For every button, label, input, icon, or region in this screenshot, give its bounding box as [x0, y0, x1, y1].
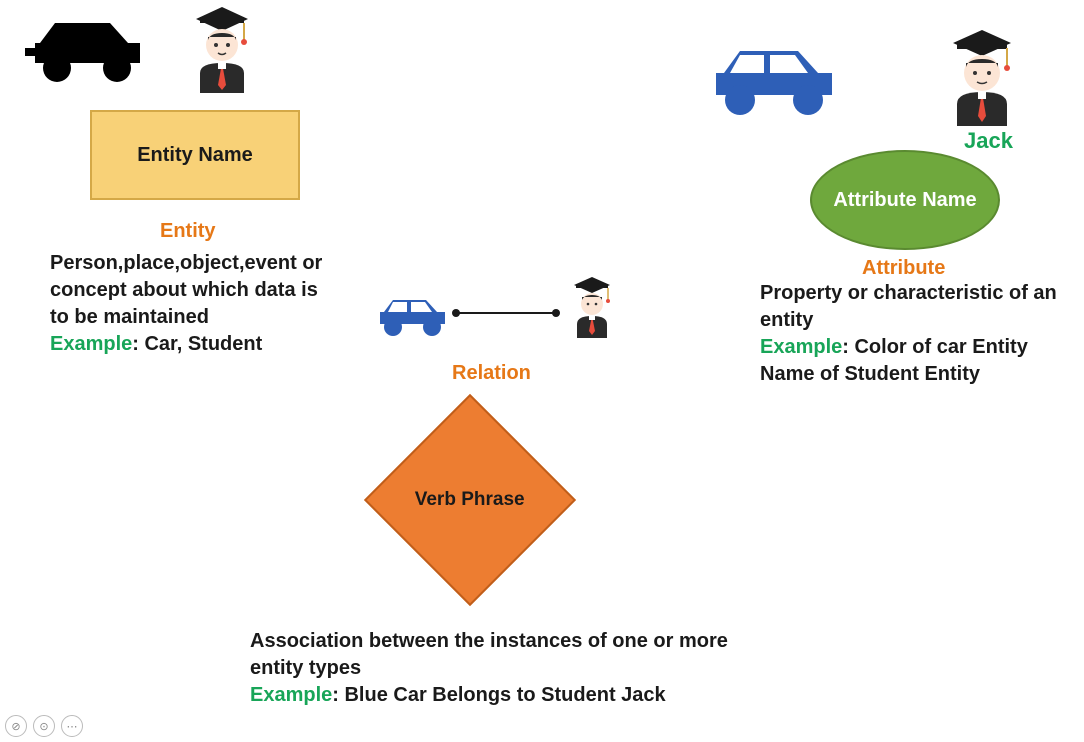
toolbar-zoom-icon[interactable]: ⊙ — [33, 715, 55, 737]
entity-name-box: Entity Name — [90, 110, 300, 200]
entity-title: Entity — [160, 220, 216, 243]
attribute-ellipse-label: Attribute Name — [833, 188, 976, 212]
car-icon-blue — [700, 35, 850, 130]
attribute-ellipse: Attribute Name — [810, 150, 1000, 250]
entity-example-text: : Car, Student — [132, 333, 262, 355]
jack-label: Jack — [964, 128, 1013, 154]
relation-diamond-label: Verb Phrase — [415, 489, 525, 512]
entity-description: Person,place,object,event or concept abo… — [50, 252, 322, 328]
entity-example-label: Example — [50, 333, 132, 355]
relation-example-label: Example — [250, 684, 332, 706]
student-icon-right — [935, 28, 1030, 133]
relation-description: Association between the instances of one… — [250, 630, 728, 679]
attribute-description: Property or characteristic of an entity — [760, 282, 1057, 331]
relation-description-block: Association between the instances of one… — [250, 628, 740, 709]
toolbar-more-icon[interactable]: ⋯ — [61, 715, 83, 737]
relation-example-text: : Blue Car Belongs to Student Jack — [332, 684, 665, 706]
bottom-toolbar: ⊘ ⊙ ⋯ — [5, 715, 83, 737]
student-icon — [180, 5, 265, 100]
student-icon-small — [562, 275, 622, 345]
relation-title: Relation — [452, 362, 531, 385]
attribute-title: Attribute — [862, 257, 945, 280]
relation-diamond: Verb Phrase — [364, 394, 576, 606]
toolbar-lightbulb-icon[interactable]: ⊘ — [5, 715, 27, 737]
relation-line — [456, 312, 556, 314]
attribute-description-block: Property or characteristic of an entity … — [760, 280, 1070, 388]
car-icon-small-blue — [370, 290, 455, 345]
car-icon-black — [20, 8, 155, 93]
relation-diamond-wrapper: Verb Phrase — [395, 425, 545, 575]
entity-box-label: Entity Name — [137, 144, 253, 167]
relation-dot-left — [452, 309, 460, 317]
relation-dot-right — [552, 309, 560, 317]
entity-description-block: Person,place,object,event or concept abo… — [50, 250, 340, 358]
attribute-example-label: Example — [760, 336, 842, 358]
